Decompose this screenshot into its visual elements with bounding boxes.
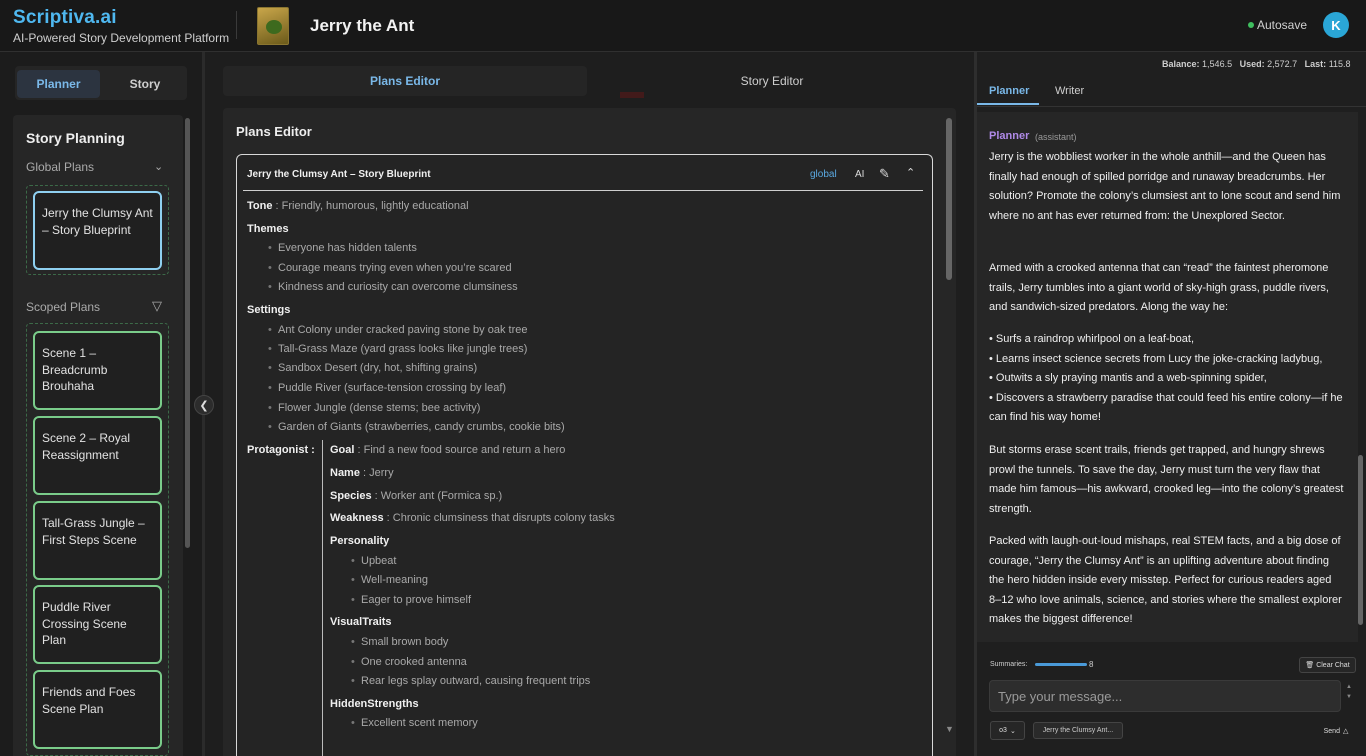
plans-editor-title: Plans Editor	[236, 124, 312, 139]
scroll-down-arrow-icon[interactable]: ▼	[945, 724, 954, 734]
autosave-toggle[interactable]: Autosave	[1257, 18, 1307, 32]
plan-document-title: Jerry the Clumsy Ant – Story Blueprint	[247, 169, 431, 180]
clear-chat-button[interactable]: 🗑︎ Clear Chat	[1299, 657, 1356, 673]
send-arrow-icon: △	[1342, 728, 1349, 735]
list-item: Garden of Giants (strawberries, candy cr…	[268, 421, 565, 433]
list-item: Ant Colony under cracked paving stone by…	[268, 324, 528, 336]
book-cover-thumbnail[interactable]	[257, 7, 289, 45]
name-field: Name : Jerry	[330, 467, 394, 479]
left-scrollbar[interactable]	[185, 118, 190, 548]
tab-writer-assistant[interactable]: Writer	[1055, 85, 1084, 97]
themes-heading: Themes	[247, 223, 289, 235]
hidden-strengths-heading: HiddenStrengths	[330, 698, 419, 710]
summaries-slider[interactable]	[1035, 663, 1087, 666]
plan-card-scene-1[interactable]: Scene 1 – Breadcrumb Brouhaha	[33, 331, 162, 410]
active-tab-indicator	[977, 103, 1039, 105]
list-item: Flower Jungle (dense stems; bee activity…	[268, 402, 480, 414]
tab-planner[interactable]: Planner	[17, 70, 100, 98]
user-avatar[interactable]: K	[1323, 12, 1349, 38]
protagonist-heading: Protagonist :	[247, 444, 315, 456]
chat-paragraph: But storms erase scent trails, friends g…	[989, 444, 1344, 515]
message-input[interactable]	[989, 680, 1341, 712]
list-item: Courage means trying even when you’re sc…	[268, 262, 512, 274]
personality-heading: Personality	[330, 535, 390, 547]
list-item: Puddle River (surface-tension crossing b…	[268, 382, 506, 394]
chevron-down-icon[interactable]: ⌄	[154, 160, 163, 173]
list-item: Small brown body	[351, 636, 448, 648]
settings-heading: Settings	[247, 304, 291, 316]
brand-tagline: AI-Powered Story Development Platform	[13, 31, 230, 45]
list-item: Sandbox Desert (dry, hot, shifting grain…	[268, 362, 477, 374]
list-item: Well-meaning	[351, 574, 428, 586]
chat-paragraph: • Surfs a raindrop whirlpool on a leaf-b…	[989, 333, 1343, 424]
plan-card-scene-2[interactable]: Scene 2 – Royal Reassignment	[33, 416, 162, 495]
filter-icon[interactable]: ▽	[152, 298, 162, 314]
tone-field: Tone : Friendly, humorous, lightly educa…	[247, 200, 469, 212]
collapse-sidebar-chevron-left-icon[interactable]: ❮	[194, 395, 214, 415]
editor-scrollbar[interactable]	[946, 118, 952, 280]
summaries-value: 8	[1089, 660, 1094, 669]
tab-planner-assistant[interactable]: Planner	[989, 85, 1029, 97]
list-item: Upbeat	[351, 555, 397, 567]
plan-card-tall-grass[interactable]: Tall-Grass Jungle – First Steps Scene	[33, 501, 162, 580]
protagonist-nesting-line	[322, 440, 323, 756]
header-divider	[236, 11, 237, 39]
list-item: Kindness and curiosity can overcome clum…	[268, 281, 518, 293]
assistant-tab-divider	[977, 106, 1366, 107]
scoped-plans-label: Scoped Plans	[26, 300, 101, 314]
list-item: Excellent scent memory	[351, 717, 478, 729]
species-field: Species : Worker ant (Formica sp.)	[330, 490, 503, 502]
model-select[interactable]: o3 ⌄	[990, 721, 1025, 740]
tab-plans-editor[interactable]: Plans Editor	[223, 66, 587, 96]
chat-paragraph: Packed with laugh-out-loud mishaps, real…	[989, 535, 1342, 626]
story-title: Jerry the Ant	[310, 16, 415, 35]
chevron-up-icon[interactable]: ⌃	[906, 166, 915, 179]
panel-title: Story Planning	[26, 130, 125, 146]
list-item: Eager to prove himself	[351, 594, 471, 606]
title-divider	[243, 190, 923, 191]
message-role: Planner	[989, 130, 1030, 142]
chat-paragraph: Armed with a crooked antenna that can “r…	[989, 262, 1329, 314]
brand-logo[interactable]: Scriptiva.ai	[13, 7, 117, 29]
weakness-field: Weakness : Chronic clumsiness that disru…	[330, 512, 615, 524]
send-button[interactable]: Send △	[1314, 723, 1358, 739]
plan-card-global[interactable]: Jerry the Clumsy Ant – Story Blueprint	[33, 191, 162, 270]
token-usage-stats: Balance: 1,546.5 Used: 2,572.7 Last: 115…	[1162, 59, 1351, 69]
autosave-status-dot-icon	[1248, 22, 1254, 28]
plan-card-friends-foes[interactable]: Friends and Foes Scene Plan	[33, 670, 162, 749]
trash-icon: 🗑︎	[1305, 662, 1317, 669]
edit-icon[interactable]: ✎	[879, 166, 890, 182]
list-item: Tall-Grass Maze (yard grass looks like j…	[268, 343, 527, 355]
global-plans-label[interactable]: Global Plans	[26, 160, 94, 174]
ai-button[interactable]: AI	[855, 169, 864, 180]
scope-badge[interactable]: global	[810, 169, 837, 180]
input-scroll-arrows-icon[interactable]: ▲ ▼	[1344, 682, 1354, 712]
list-item: Everyone has hidden talents	[268, 242, 417, 254]
chat-scrollbar[interactable]	[1358, 455, 1363, 625]
summaries-label: Summaries:	[990, 661, 1028, 668]
context-plan-chip[interactable]: Jerry the Clumsy Ant...	[1033, 722, 1123, 739]
chevron-down-icon: ⌄	[1009, 727, 1016, 735]
message-role-sub: (assistant)	[1035, 132, 1077, 142]
goal-field: Goal : Find a new food source and return…	[330, 444, 566, 456]
tab-story-editor[interactable]: Story Editor	[590, 66, 954, 96]
chat-paragraph: Jerry is the wobbliest worker in the who…	[989, 151, 1341, 222]
plan-card-puddle-river[interactable]: Puddle River Crossing Scene Plan	[33, 585, 162, 664]
tab-story[interactable]: Story	[102, 70, 188, 98]
list-item: One crooked antenna	[351, 656, 467, 668]
visual-traits-heading: VisualTraits	[330, 616, 392, 628]
list-item: Rear legs splay outward, causing frequen…	[351, 675, 590, 687]
